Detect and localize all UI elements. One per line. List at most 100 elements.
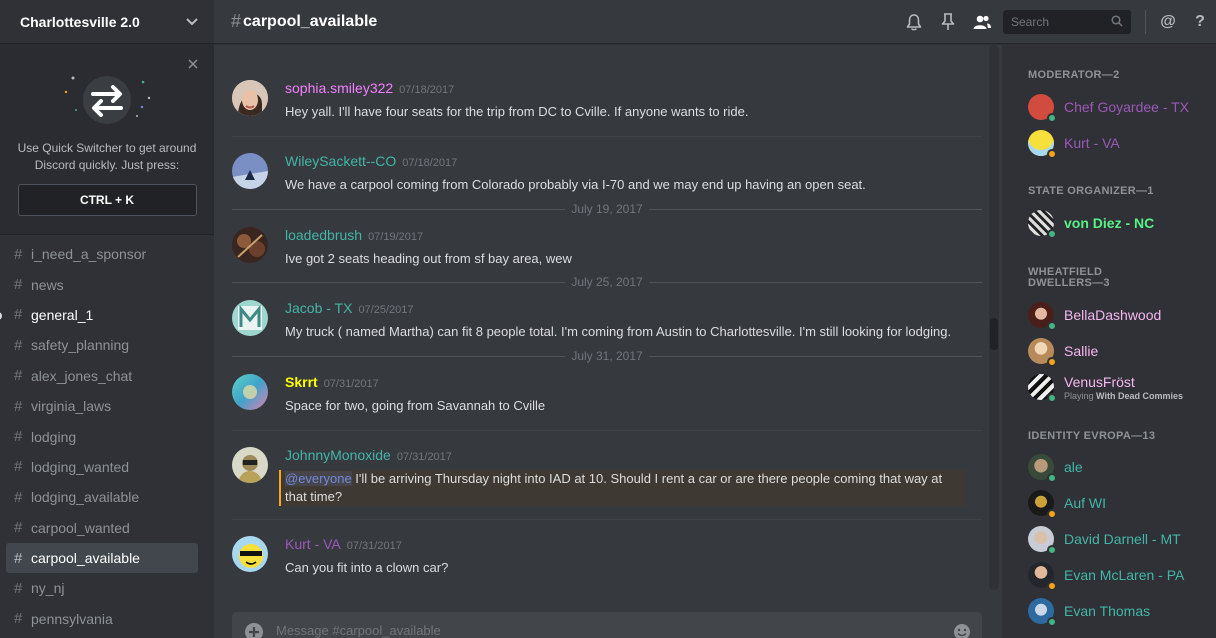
- quick-switcher-text: Use Quick Switcher to get around Discord…: [17, 141, 197, 172]
- role-header-moderator: MODERATOR—2: [1028, 69, 1120, 81]
- unread-indicator: [0, 311, 2, 320]
- avatar[interactable]: [232, 374, 268, 410]
- message-composer[interactable]: Message #carpool_available: [232, 612, 982, 638]
- username[interactable]: WileySackett--CO: [285, 153, 396, 169]
- avatar[interactable]: [232, 227, 268, 263]
- quick-switcher-icon: [57, 72, 157, 130]
- message-separator: [232, 430, 982, 431]
- hash-icon: #: [14, 428, 23, 446]
- username[interactable]: JohnnyMonoxide: [285, 447, 391, 463]
- channel-virginia-laws[interactable]: # virginia_laws: [6, 391, 198, 421]
- member-item[interactable]: Sallie: [1028, 333, 1208, 369]
- online-status-icon: [1047, 617, 1057, 627]
- message-list: sophia.smiley322 07/18/2017 Hey yall. I'…: [214, 45, 1000, 593]
- hash-icon: #: [14, 610, 23, 628]
- channel-title-text: carpool_available: [243, 12, 378, 30]
- message: Jacob - TX 07/25/2017 My truck ( named M…: [232, 300, 982, 341]
- avatar[interactable]: [232, 536, 268, 572]
- member-name: Chef Goyardee - TX: [1064, 99, 1190, 115]
- online-status-icon: [1047, 113, 1057, 123]
- message-input[interactable]: Message #carpool_available: [276, 623, 942, 638]
- bell-icon[interactable]: [897, 0, 931, 44]
- channel-ny-nj[interactable]: # ny_nj: [6, 573, 198, 603]
- member-activity: Playing With Dead Commies: [1064, 391, 1183, 401]
- server-header[interactable]: Charlottesville 2.0: [0, 0, 214, 44]
- header-toolbar: Search @ ?: [897, 0, 1216, 44]
- channel-general-1[interactable]: # general_1: [0, 300, 198, 330]
- channel-i-need-a-sponsor[interactable]: # i_need_a_sponsor: [6, 239, 198, 269]
- member-item[interactable]: ale: [1028, 449, 1208, 485]
- hash-icon: #: [14, 549, 23, 567]
- channel-safety-planning[interactable]: # safety_planning: [6, 330, 198, 360]
- member-item[interactable]: Evan McLaren - PA: [1028, 557, 1208, 593]
- member-item[interactable]: Auf WI: [1028, 485, 1208, 521]
- member-list-icon[interactable]: [965, 0, 999, 44]
- member-list: MODERATOR—2 Chef Goyardee - TX Kurt - VA…: [1002, 45, 1216, 638]
- timestamp: 07/18/2017: [399, 84, 455, 96]
- avatar: [1028, 490, 1057, 519]
- idle-status-icon: [1047, 149, 1057, 159]
- timestamp: 07/31/2017: [396, 451, 452, 463]
- divider-line: [232, 355, 566, 357]
- member-name: Evan McLaren - PA: [1064, 567, 1185, 583]
- channel-pennsylvania[interactable]: # pennsylvania: [6, 604, 198, 634]
- online-status-icon: [1047, 545, 1057, 555]
- hash-icon: #: [14, 276, 23, 294]
- message-separator: [232, 519, 982, 520]
- member-item[interactable]: Kurt - VA: [1028, 125, 1208, 161]
- message: loadedbrush 07/19/2017 Ive got 2 seats h…: [232, 227, 982, 268]
- member-item[interactable]: von Diez - NC: [1028, 205, 1208, 241]
- message: Kurt - VA 07/31/2017 Can you fit into a …: [232, 536, 982, 577]
- chevron-down-icon[interactable]: [186, 14, 198, 29]
- date-divider: July 31, 2017: [232, 349, 983, 363]
- username[interactable]: Kurt - VA: [285, 536, 341, 552]
- hash-icon: #: [14, 245, 23, 263]
- pin-icon[interactable]: [931, 0, 965, 44]
- channel-carpool-available[interactable]: # carpool_available: [6, 542, 198, 574]
- hash-icon: #: [14, 367, 23, 385]
- member-item[interactable]: VenusFröst Playing With Dead Commies: [1028, 369, 1208, 405]
- date-label: July 25, 2017: [571, 275, 643, 289]
- avatar[interactable]: [232, 153, 268, 189]
- channel-lodging-available[interactable]: # lodging_available: [6, 482, 198, 512]
- username[interactable]: Jacob - TX: [285, 300, 352, 316]
- message-scrollbar[interactable]: [989, 45, 999, 590]
- member-item[interactable]: Chef Goyardee - TX: [1028, 89, 1208, 125]
- channel-sidebar: Charlottesville 2.0 Use Quick Switcher t…: [0, 0, 214, 638]
- hash-icon: #: [14, 458, 23, 476]
- username[interactable]: loadedbrush: [285, 227, 362, 243]
- member-item[interactable]: David Darnell - MT: [1028, 521, 1208, 557]
- channel-carpool-wanted[interactable]: # carpool_wanted: [6, 513, 198, 543]
- timestamp: 07/18/2017: [402, 157, 458, 169]
- username[interactable]: sophia.smiley322: [285, 80, 393, 96]
- mentions-icon[interactable]: @: [1152, 13, 1184, 31]
- channel-lodging-wanted[interactable]: # lodging_wanted: [6, 452, 198, 482]
- channel-news[interactable]: # news: [6, 269, 198, 299]
- date-divider: July 19, 2017: [232, 202, 983, 216]
- search-input[interactable]: Search: [1003, 10, 1131, 34]
- avatar[interactable]: [232, 300, 268, 336]
- everyone-mention[interactable]: @everyone: [285, 471, 352, 486]
- scroll-thumb[interactable]: [990, 318, 998, 350]
- search-placeholder: Search: [1011, 15, 1050, 29]
- add-attachment-icon[interactable]: [232, 622, 276, 638]
- username[interactable]: Skrrt: [285, 374, 318, 390]
- help-icon[interactable]: ?: [1184, 13, 1216, 31]
- avatar[interactable]: [232, 447, 268, 483]
- online-status-icon: [1047, 393, 1057, 403]
- member-item[interactable]: BellaDashwood: [1028, 297, 1208, 333]
- member-name: VenusFröst: [1064, 373, 1135, 390]
- role-header-wheatfield-dwellers: WHEATFIELD DWELLERS—3: [1028, 267, 1110, 289]
- avatar: [1028, 338, 1057, 367]
- avatar[interactable]: [232, 80, 268, 116]
- member-item[interactable]: Evan Thomas: [1028, 593, 1208, 629]
- message-text: I'll be arriving Thursday night into IAD…: [285, 471, 943, 504]
- channel-lodging[interactable]: # lodging: [6, 421, 198, 451]
- online-status-icon: [1047, 321, 1057, 331]
- online-status-icon: [1047, 229, 1057, 239]
- avatar: [1028, 374, 1057, 403]
- close-icon[interactable]: [188, 56, 198, 73]
- emoji-icon[interactable]: [942, 623, 982, 638]
- avatar: [1028, 94, 1057, 123]
- channel-alex-jones-chat[interactable]: # alex_jones_chat: [6, 361, 198, 391]
